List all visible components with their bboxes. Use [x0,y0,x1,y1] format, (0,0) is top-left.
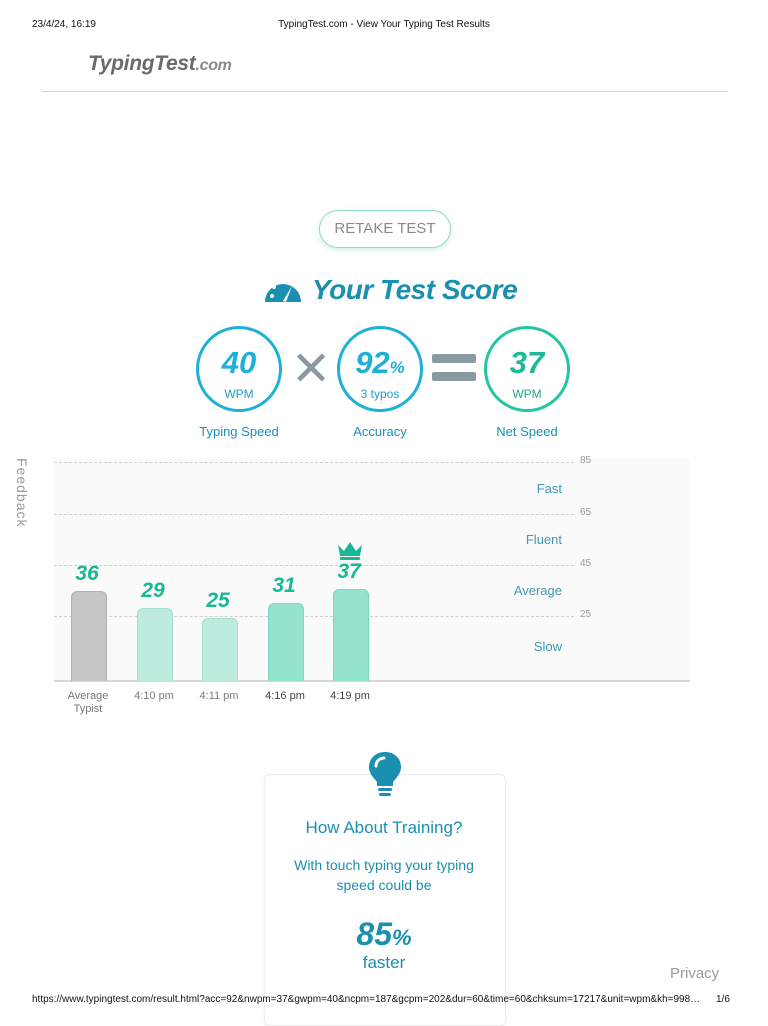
speedometer-icon [265,280,301,302]
chart-category-label: 4:11 pm [199,690,239,702]
accuracy-label: Accuracy [353,424,407,439]
net-speed-circle: 37 WPM [484,326,570,412]
typing-speed-unit: WPM [224,387,254,401]
faster-label: faster [362,953,406,972]
accuracy-circle: 92% 3 typos [337,326,423,412]
score-title: Your Test Score [312,274,518,305]
site-logo[interactable]: TypingTest.com [88,52,232,76]
training-title[interactable]: How About Training? [264,818,504,838]
chart-category-label: Average Typist [67,690,109,715]
faster-percent-symbol: % [392,925,412,950]
lightbulb-icon [369,752,401,796]
net-speed-label: Net Speed [496,424,558,439]
chart-baseline [54,680,690,682]
accuracy-percent-symbol: % [389,358,405,377]
print-page-title: TypingTest.com - View Your Typing Test R… [278,19,490,30]
faster-percent: 85% [294,916,474,953]
typing-speed-circle: 40 WPM [196,326,282,412]
print-page-number: 1/6 [716,994,730,1005]
feedback-tab[interactable]: Feedback [14,458,30,527]
accuracy-value: 92% [340,347,420,384]
header-divider [42,91,728,92]
retake-test-button[interactable]: RETAKE TEST [319,210,451,248]
print-url: https://www.typingtest.com/result.html?a… [32,994,701,1005]
chart-category-label: 4:19 pm [330,690,370,702]
net-speed-unit: WPM [512,387,542,401]
equals-icon [432,354,476,390]
multiply-icon: ✕ [291,343,332,396]
typing-speed-value: 40 [221,345,257,380]
chart-category-label: 4:16 pm [265,690,305,702]
training-text: With touch typing your typing speed coul… [294,857,474,893]
speed-chart [54,458,690,682]
net-speed-value: 37 [509,345,545,380]
logo-suffix: .com [195,57,232,74]
faster-percent-number: 85 [356,916,393,952]
chart-category-label: 4:10 pm [134,690,174,702]
privacy-link[interactable]: Privacy [670,965,719,982]
typing-speed-label: Typing Speed [199,424,279,439]
accuracy-number: 92 [355,345,390,380]
accuracy-typos: 3 typos [360,387,400,401]
logo-text: TypingTest [88,52,196,75]
